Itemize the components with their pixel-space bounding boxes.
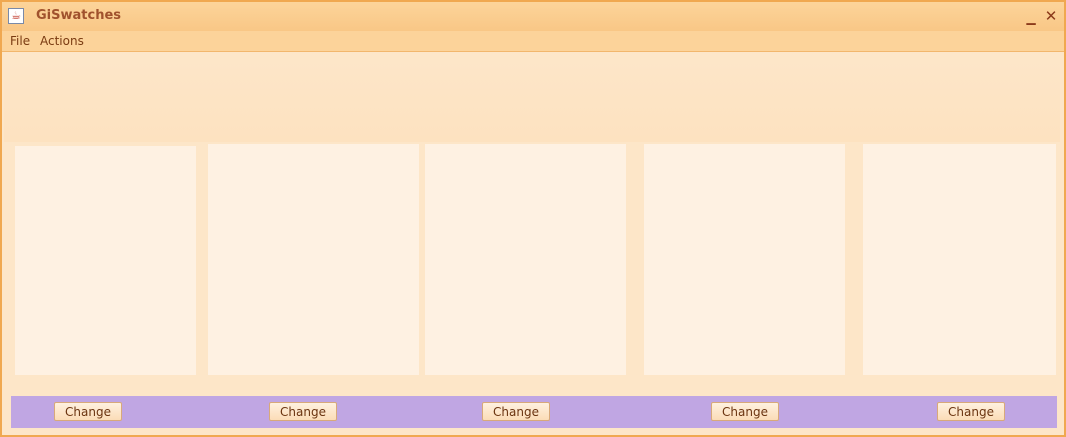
header-panel: [4, 52, 1060, 142]
java-cup-icon[interactable]: ☕: [8, 8, 24, 24]
app-window: ☕ GiSwatches ▁ ✕ File Actions Change Cha…: [0, 0, 1066, 437]
menu-bar: File Actions: [2, 31, 1064, 52]
window-title: GiSwatches: [36, 8, 122, 23]
swatch-panel-2: [208, 144, 419, 375]
change-button-3[interactable]: Change: [482, 402, 550, 421]
minimize-icon[interactable]: ▁: [1022, 7, 1040, 25]
swatch-panel-3: [425, 144, 626, 375]
swatch-panel-4: [644, 144, 845, 375]
change-button-2[interactable]: Change: [269, 402, 337, 421]
change-button-4[interactable]: Change: [711, 402, 779, 421]
menu-file[interactable]: File: [10, 34, 30, 48]
swatch-panel-1: [15, 146, 196, 375]
change-button-1[interactable]: Change: [54, 402, 122, 421]
swatch-panel-5: [863, 144, 1056, 375]
menu-actions[interactable]: Actions: [40, 34, 84, 48]
change-button-5[interactable]: Change: [937, 402, 1005, 421]
close-icon[interactable]: ✕: [1042, 7, 1060, 25]
title-bar[interactable]: ☕ GiSwatches ▁ ✕: [2, 2, 1064, 31]
button-bar: Change Change Change Change Change: [11, 396, 1057, 428]
